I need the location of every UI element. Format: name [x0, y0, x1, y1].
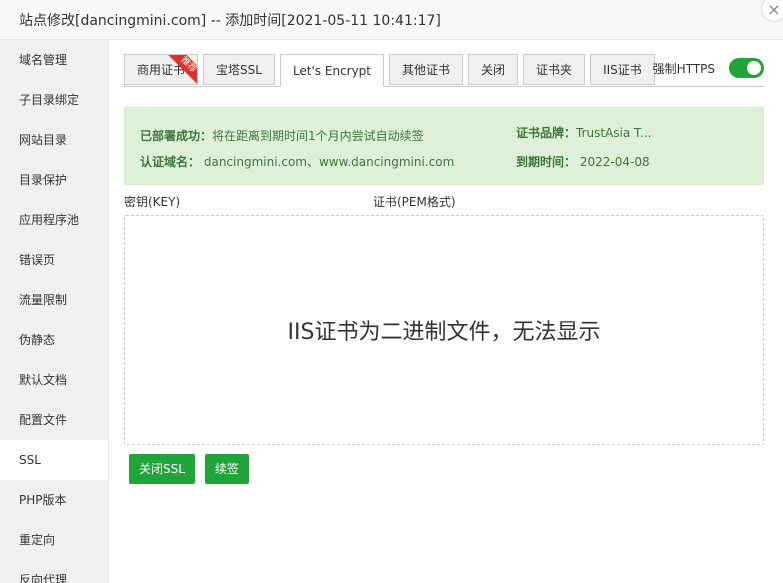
close-ssl-button[interactable]: 关闭SSL: [129, 454, 195, 484]
sidebar-item-dir-protect[interactable]: 目录保护: [0, 160, 108, 200]
key-label: 密钥(KEY): [124, 195, 181, 209]
site-edit-dialog: 站点修改[dancingmini.com] -- 添加时间[2021-05-11…: [0, 0, 783, 583]
cert-label: 证书(PEM格式): [373, 195, 456, 209]
sidebar-item-php-version[interactable]: PHP版本: [0, 480, 108, 520]
sidebar-item-app-pool[interactable]: 应用程序池: [0, 200, 108, 240]
force-https: 强制HTTPS: [653, 58, 764, 78]
sidebar-item-ssl[interactable]: SSL: [0, 440, 108, 480]
sidebar: 域名管理 子目录绑定 网站目录 目录保护 应用程序池 错误页 流量限制 伪静态 …: [0, 40, 109, 583]
sidebar-item-traffic-limit[interactable]: 流量限制: [0, 280, 108, 320]
tab-commercial-cert[interactable]: 商用证书 推荐: [124, 54, 199, 85]
cert-brand-value: TrustAsia T...: [576, 126, 652, 140]
cert-expiry-label: 到期时间：: [516, 155, 577, 169]
sidebar-item-rewrite[interactable]: 伪静态: [0, 320, 108, 360]
renew-button[interactable]: 续签: [204, 454, 249, 484]
deploy-status-label: 已部署成功：: [140, 129, 213, 143]
sidebar-item-redirect[interactable]: 重定向: [0, 520, 108, 560]
field-labels: 密钥(KEY) 证书(PEM格式): [124, 185, 764, 215]
tab-iis-cert[interactable]: IIS证书: [590, 54, 655, 85]
tab-lets-encrypt[interactable]: Let's Encrypt: [279, 54, 385, 87]
cert-domain-value: dancingmini.com、www.dancingmini.com: [203, 155, 455, 169]
ssl-actions: 关闭SSL 续签: [124, 454, 764, 484]
cert-info-box: 已部署成功：将在距离到期时间1个月内尝试自动续签 证书品牌：TrustAsia …: [124, 107, 764, 185]
tab-cert-folder[interactable]: 证书夹: [523, 54, 586, 85]
sidebar-item-default-doc[interactable]: 默认文档: [0, 360, 108, 400]
dialog-titlebar: 站点修改[dancingmini.com] -- 添加时间[2021-05-11…: [0, 0, 783, 40]
cert-expiry: 到期时间： 2022-04-08: [516, 153, 650, 170]
dialog-title: 站点修改[dancingmini.com] -- 添加时间[2021-05-11…: [19, 12, 441, 29]
cert-binary-message: IIS证书为二进制文件，无法显示: [287, 320, 601, 345]
ssl-panel: 商用证书 推荐 宝塔SSL Let's Encrypt 其他证书 关闭 证书夹 …: [124, 40, 764, 484]
sidebar-item-reverse-proxy[interactable]: 反向代理: [0, 560, 108, 583]
ssl-tabbar: 商用证书 推荐 宝塔SSL Let's Encrypt 其他证书 关闭 证书夹 …: [124, 40, 764, 87]
sidebar-item-site-directory[interactable]: 网站目录: [0, 120, 108, 160]
deploy-status-text: 将在距离到期时间1个月内尝试自动续签: [212, 129, 424, 143]
deploy-status: 已部署成功：将在距离到期时间1个月内尝试自动续签: [140, 127, 424, 144]
cert-content-area: IIS证书为二进制文件，无法显示: [124, 215, 764, 445]
tab-baota-ssl[interactable]: 宝塔SSL: [203, 54, 275, 85]
cert-expiry-value: 2022-04-08: [579, 155, 650, 169]
sidebar-item-error-page[interactable]: 错误页: [0, 240, 108, 280]
toggle-knob: [747, 61, 761, 75]
cert-brand: 证书品牌：TrustAsia T...: [516, 124, 651, 141]
sidebar-item-domain[interactable]: 域名管理: [0, 40, 108, 80]
force-https-toggle[interactable]: [729, 58, 764, 78]
tab-other-cert[interactable]: 其他证书: [389, 54, 464, 85]
cert-domain: 认证域名： dancingmini.com、www.dancingmini.co…: [140, 153, 454, 170]
tab-close[interactable]: 关闭: [468, 54, 519, 85]
cert-brand-label: 证书品牌：: [516, 126, 577, 140]
sidebar-item-subdir-binding[interactable]: 子目录绑定: [0, 80, 108, 120]
sidebar-item-config-file[interactable]: 配置文件: [0, 400, 108, 440]
cert-domain-label: 认证域名：: [140, 155, 201, 169]
force-https-label: 强制HTTPS: [652, 61, 715, 76]
